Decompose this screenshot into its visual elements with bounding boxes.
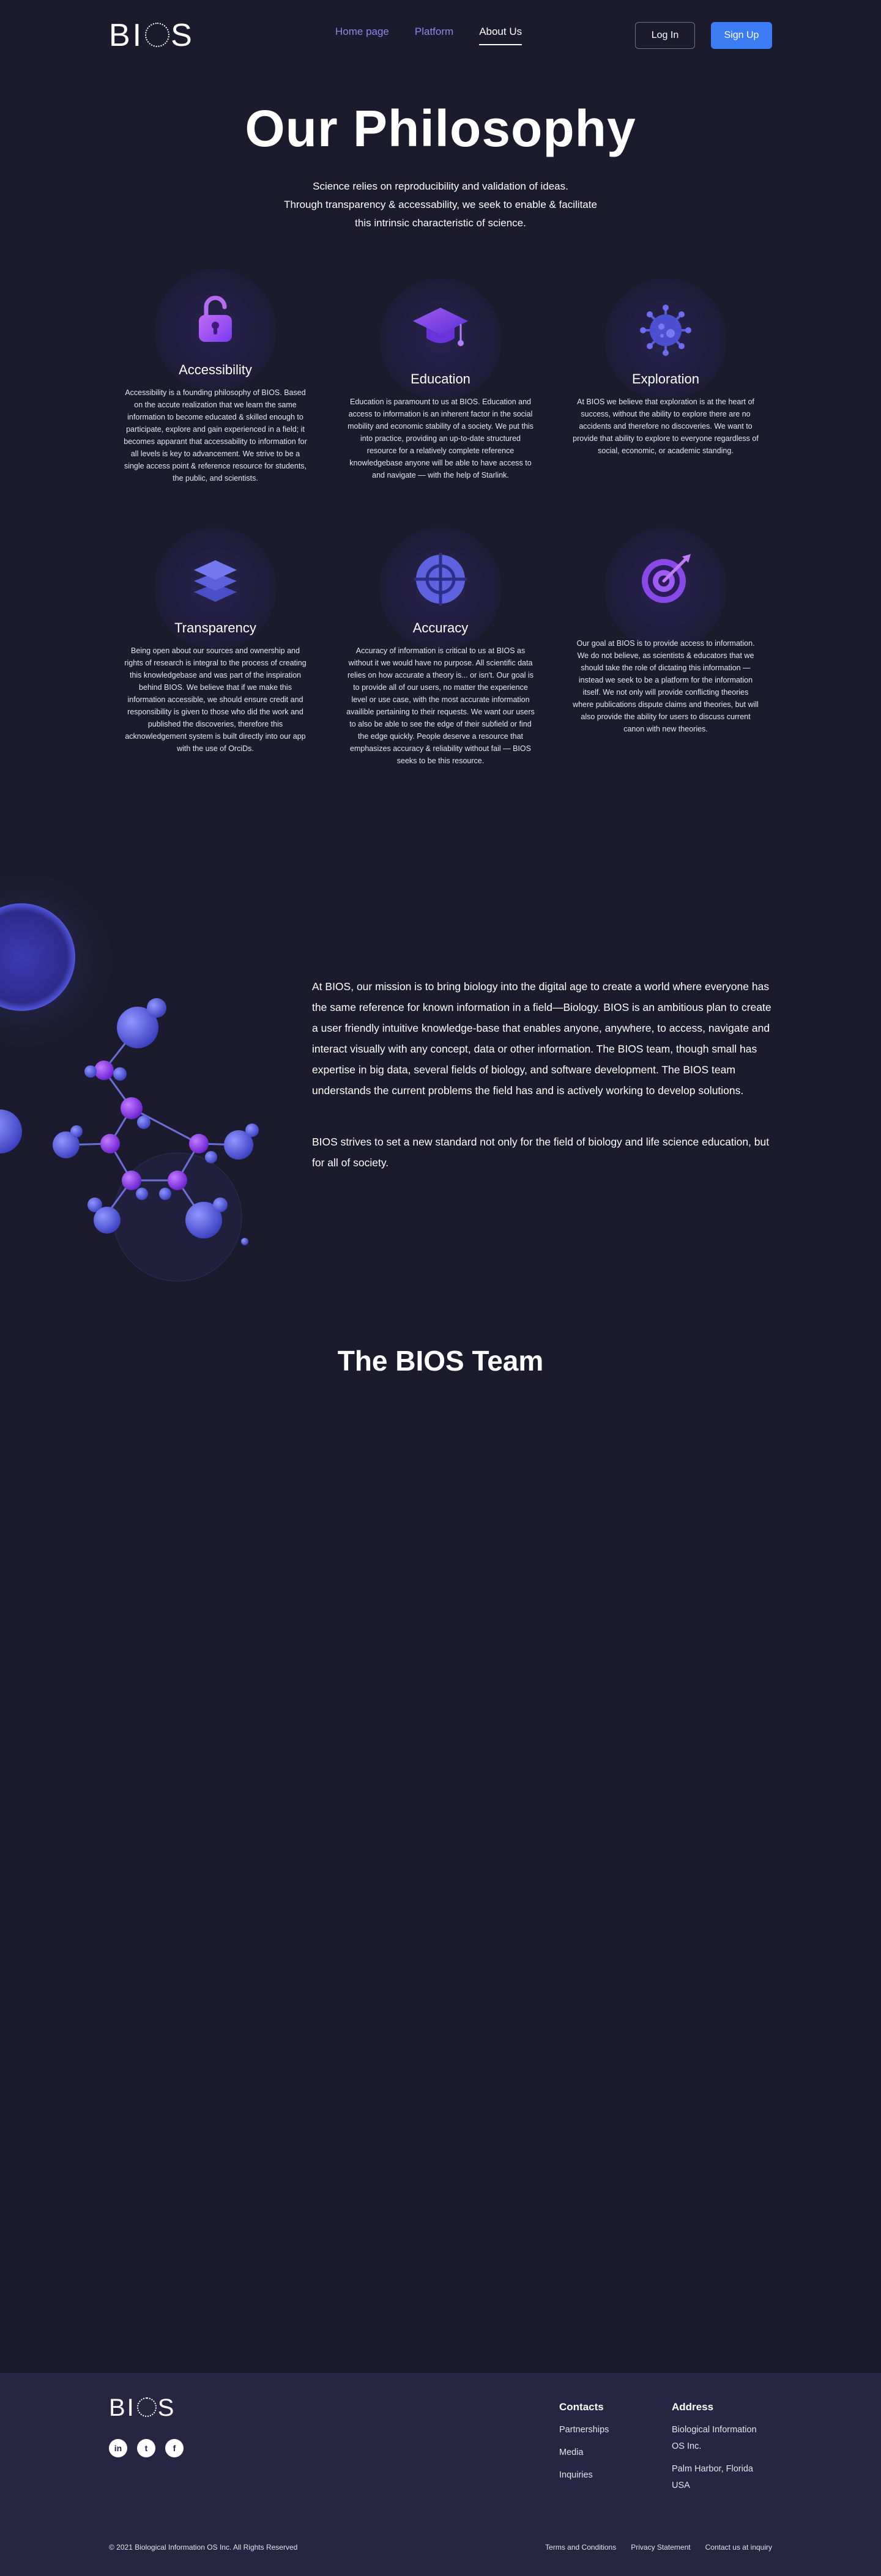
subtitle-line: this intrinsic characteristic of science… [355,217,526,229]
address-line: Biological Information [672,2425,757,2435]
pillar-text: At BIOS we believe that exploration is a… [573,398,759,455]
mission-text: At BIOS, our mission is to bring biology… [312,976,772,1204]
social-links: in t f [109,2439,184,2457]
pillar-title: Accuracy [412,620,469,635]
address-line: USA [672,2481,690,2490]
address-line: OS Inc. [672,2441,702,2451]
layers-icon [182,546,249,613]
contacts-inquiries[interactable]: Inquiries [559,2467,609,2484]
pillar-text: Accessibility is a founding philosophy o… [124,388,307,483]
pillar-exploration: Exploration At BIOS we believe that expl… [562,278,770,457]
footer-contacts: Contacts Partnerships Media Inquiries [559,2401,609,2484]
contacts-partnerships[interactable]: Partnerships [559,2422,609,2438]
signup-button[interactable]: Sign Up [711,22,772,49]
address-line: Palm Harbor, Florida [672,2464,753,2474]
address-title: Address [672,2401,714,2413]
footer-logo[interactable]: BI S [109,2394,176,2422]
pillar-education: Education Education is paramount to us a… [336,278,545,481]
team-title: The BIOS Team [337,1345,544,1377]
twitter-icon[interactable]: t [137,2439,155,2457]
privacy-link[interactable]: Privacy Statement [631,2543,690,2552]
contacts-title: Contacts [559,2401,604,2413]
nav-about-us[interactable]: About Us [479,26,522,45]
page-title: Our Philosophy [245,100,636,157]
terms-link[interactable]: Terms and Conditions [545,2543,616,2552]
footer: BI S in t f Contacts Partnerships Media I… [0,2373,881,2576]
molecule-illustration [0,862,288,1303]
lock-icon [182,287,249,355]
bios-logo[interactable]: BI S [109,18,195,53]
pillar-title: Education [411,371,470,387]
subtitle-line: Science relies on reproducibility and va… [313,180,568,192]
mission-paragraph: BIOS strives to set a new standard not o… [312,1136,770,1169]
pillar-accessibility: Accessibility Accessibility is a foundin… [111,269,319,484]
pillar-title: Accessibility [179,362,252,377]
pillar-accuracy: Accuracy Accuracy of information is crit… [336,527,545,767]
pillar-text: Accuracy of information is critical to u… [346,646,535,765]
pillar-title: Exploration [631,371,700,387]
page-subtitle: Science relies on reproducibility and va… [257,177,624,232]
pillar-text: Our goal at BIOS is to provide access to… [573,639,759,733]
copyright: © 2021 Biological Information OS Inc. Al… [109,2543,298,2552]
mission-paragraph: At BIOS, our mission is to bring biology… [312,980,771,1097]
nav-home[interactable]: Home page [335,26,389,45]
pillar-text: Education is paramount to us at BIOS. Ed… [348,398,533,479]
contact-link[interactable]: Contact us at inquiry [705,2543,772,2552]
footer-address: Address Biological Information OS Inc. P… [672,2401,757,2494]
nav-links: Home page Platform About Us [335,26,522,45]
pillar-goal: Our goal at BIOS is to provide access to… [562,527,770,735]
nav-platform[interactable]: Platform [415,26,453,45]
virus-icon [632,297,699,364]
footer-links: Terms and Conditions Privacy Statement C… [545,2543,772,2552]
target-icon [632,546,699,613]
linkedin-icon[interactable]: in [109,2439,127,2457]
top-navigation: BI S Home page Platform About Us Log In S… [0,0,881,70]
pillar-text: Being open about our sources and ownersh… [124,646,307,753]
pillar-transparency: Transparency Being open about our source… [111,527,319,755]
graduation-cap-icon [407,297,474,364]
contacts-media[interactable]: Media [559,2445,609,2461]
crosshair-icon [407,546,474,613]
login-button[interactable]: Log In [635,22,695,49]
pillar-title: Transparency [174,620,256,635]
facebook-icon[interactable]: f [165,2439,184,2457]
subtitle-line: Through transparency & accessability, we… [284,199,597,210]
